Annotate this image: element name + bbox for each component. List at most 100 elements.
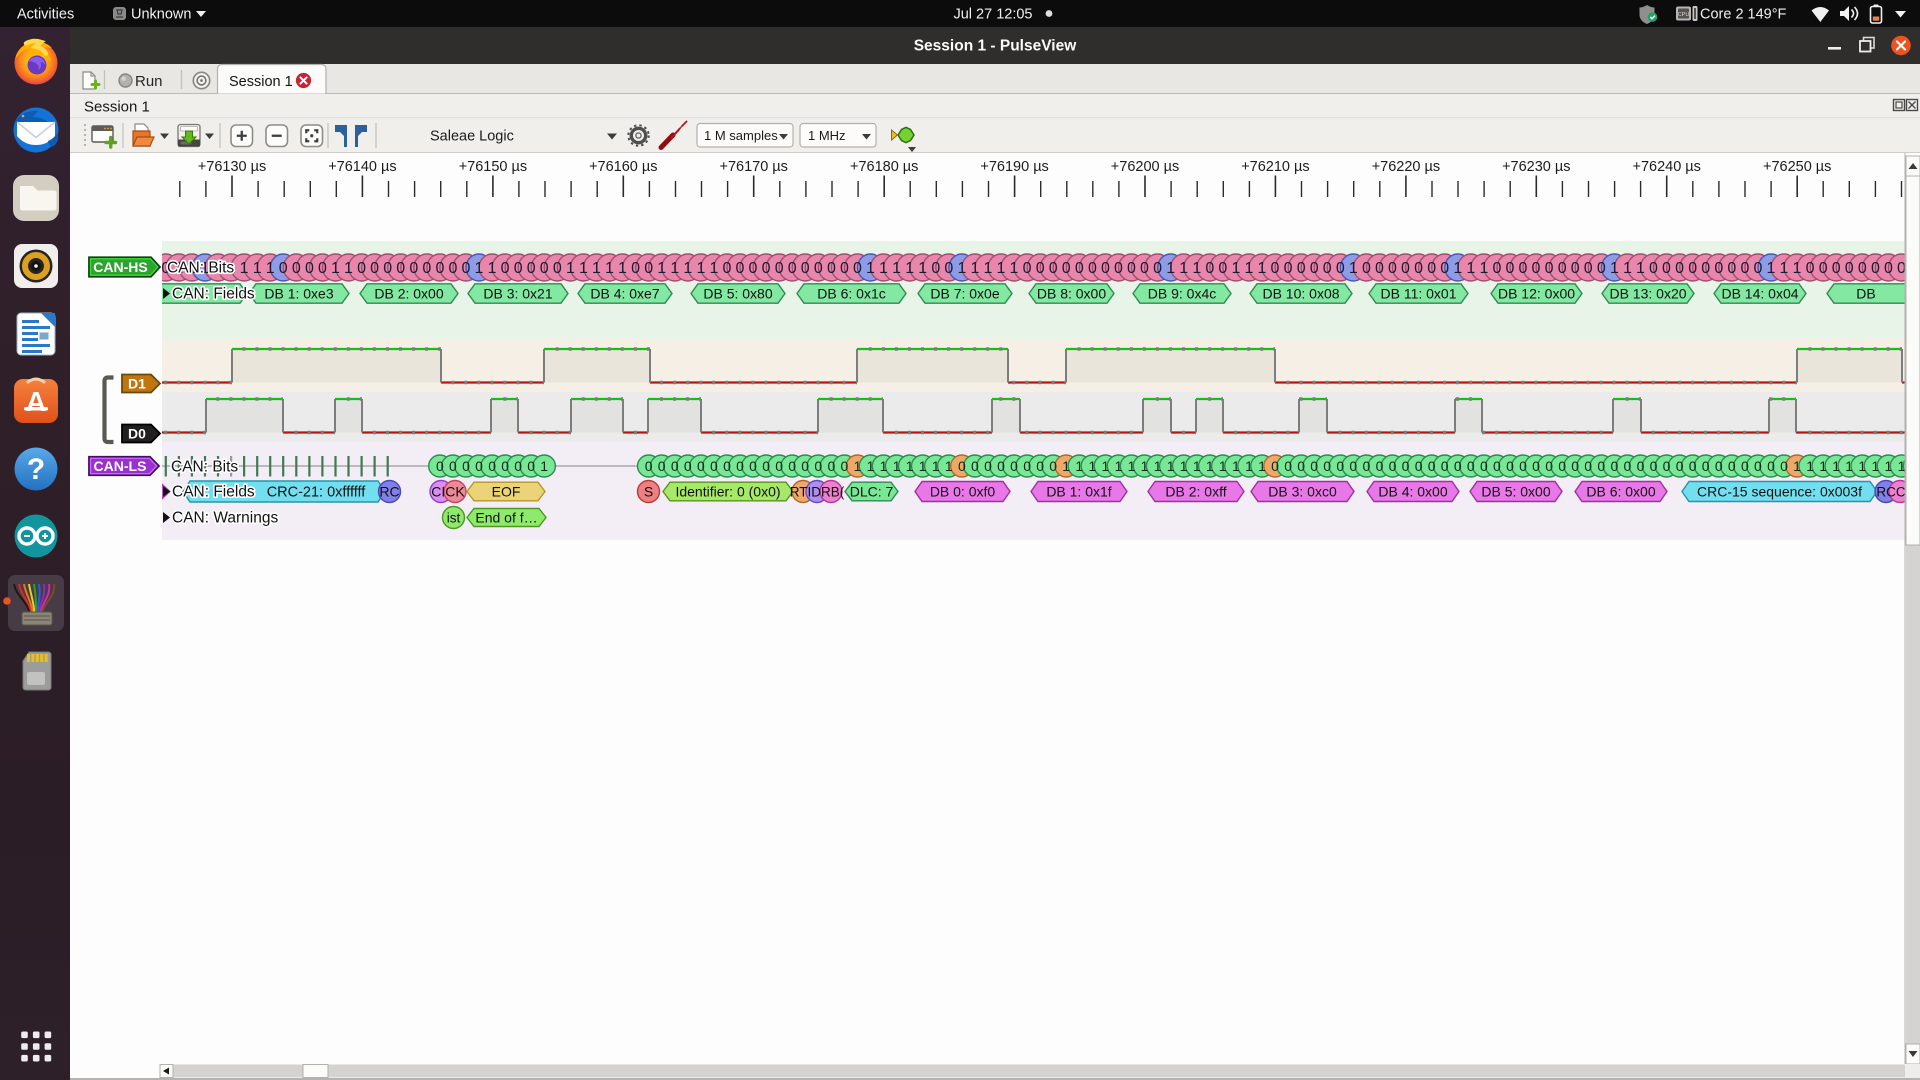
svg-text:1: 1 — [1845, 458, 1853, 474]
svg-text:+76230 µs: +76230 µs — [1502, 159, 1570, 175]
svg-text:0: 0 — [944, 260, 953, 277]
svg-text:1: 1 — [1141, 458, 1149, 474]
svg-text:0: 0 — [370, 260, 379, 277]
svg-text:DB 5: 0x00: DB 5: 0x00 — [1481, 484, 1550, 500]
svg-text:1: 1 — [1192, 260, 1201, 277]
svg-text:0: 0 — [1297, 260, 1306, 277]
svg-text:0: 0 — [1611, 458, 1619, 474]
svg-text:0: 0 — [1845, 260, 1854, 277]
svg-text:CPU: CPU — [1678, 12, 1690, 18]
svg-text:Unknown: Unknown — [131, 7, 191, 23]
svg-text:1: 1 — [984, 260, 993, 277]
svg-text:0: 0 — [1297, 458, 1305, 474]
svg-text:0: 0 — [1153, 260, 1162, 277]
svg-text:0: 0 — [1440, 260, 1449, 277]
svg-text:0: 0 — [1415, 458, 1423, 474]
svg-text:+76220 µs: +76220 µs — [1372, 159, 1440, 175]
svg-text:0: 0 — [1649, 260, 1658, 277]
svg-text:0: 0 — [1871, 260, 1880, 277]
svg-text:0: 0 — [422, 260, 431, 277]
svg-text:0: 0 — [971, 458, 979, 474]
svg-text:1: 1 — [1193, 458, 1201, 474]
svg-text:+76150 µs: +76150 µs — [459, 159, 527, 175]
svg-text:0: 0 — [958, 458, 966, 474]
svg-text:1: 1 — [945, 458, 953, 474]
svg-text:1: 1 — [566, 260, 575, 277]
svg-text:0: 0 — [409, 260, 418, 277]
svg-text:1: 1 — [1832, 458, 1840, 474]
svg-text:1: 1 — [1258, 260, 1267, 277]
svg-text:1: 1 — [657, 260, 666, 277]
svg-text:1: 1 — [906, 458, 914, 474]
svg-text:CAN: Fields: CAN: Fields — [172, 484, 255, 501]
svg-text:1: 1 — [918, 260, 927, 277]
svg-text:EOF: EOF — [492, 484, 521, 500]
svg-text:1: 1 — [683, 260, 692, 277]
svg-text:D0: D0 — [128, 426, 146, 442]
svg-text:0: 0 — [1650, 458, 1658, 474]
svg-text:0: 0 — [1023, 260, 1032, 277]
svg-text:0: 0 — [1519, 458, 1527, 474]
svg-text:0: 0 — [710, 458, 718, 474]
svg-text:0: 0 — [475, 458, 483, 474]
svg-text:0: 0 — [1441, 458, 1449, 474]
svg-text:0: 0 — [396, 260, 405, 277]
svg-text:DB 4: 0xe7: DB 4: 0xe7 — [590, 286, 659, 302]
svg-text:0: 0 — [1728, 458, 1736, 474]
svg-text:1: 1 — [540, 458, 548, 474]
svg-text:0: 0 — [1506, 458, 1514, 474]
svg-text:1: 1 — [1872, 458, 1880, 474]
svg-text:0: 0 — [1545, 260, 1554, 277]
svg-text:+76170 µs: +76170 µs — [719, 159, 787, 175]
svg-text:1: 1 — [1819, 458, 1827, 474]
svg-text:0: 0 — [1741, 458, 1749, 474]
svg-text:1: 1 — [1466, 260, 1475, 277]
svg-text:1: 1 — [970, 260, 979, 277]
svg-text:0: 0 — [1492, 260, 1501, 277]
svg-text:0: 0 — [814, 458, 822, 474]
svg-text:1: 1 — [488, 260, 497, 277]
svg-text:+76140 µs: +76140 µs — [328, 159, 396, 175]
svg-text:0: 0 — [488, 458, 496, 474]
svg-text:0: 0 — [984, 458, 992, 474]
svg-text:0: 0 — [1088, 260, 1097, 277]
svg-text:0: 0 — [501, 458, 509, 474]
svg-text:DB 6: 0x1c: DB 6: 0x1c — [817, 286, 885, 302]
svg-text:1 MHz: 1 MHz — [808, 128, 846, 143]
svg-text:CAN-HS: CAN-HS — [93, 259, 147, 275]
svg-text:1: 1 — [1167, 458, 1175, 474]
svg-text:0: 0 — [1662, 260, 1671, 277]
svg-text:0: 0 — [827, 260, 836, 277]
svg-text:0: 0 — [775, 260, 784, 277]
svg-text:DB 1: 0xe3: DB 1: 0xe3 — [264, 286, 333, 302]
svg-text:0: 0 — [645, 458, 653, 474]
svg-text:0: 0 — [814, 260, 823, 277]
svg-text:0: 0 — [1036, 260, 1045, 277]
svg-text:0: 0 — [1349, 458, 1357, 474]
svg-text:0: 0 — [1493, 458, 1501, 474]
svg-text:RTIDRB(: RTIDRB( — [790, 485, 845, 500]
svg-text:0: 0 — [292, 260, 301, 277]
svg-text:?: ? — [27, 453, 45, 486]
svg-text:1: 1 — [1898, 458, 1906, 474]
svg-text:1: 1 — [1479, 260, 1488, 277]
svg-text:0: 0 — [723, 260, 732, 277]
svg-text:1: 1 — [1154, 458, 1162, 474]
svg-text:+76250 µs: +76250 µs — [1763, 159, 1831, 175]
svg-text:0: 0 — [1714, 260, 1723, 277]
svg-text:Run: Run — [135, 73, 163, 90]
svg-text:0: 0 — [1780, 458, 1788, 474]
svg-text:1: 1 — [1258, 458, 1266, 474]
svg-text:0: 0 — [1049, 458, 1057, 474]
svg-text:CAN: Bits: CAN: Bits — [167, 260, 234, 277]
svg-text:0: 0 — [1402, 458, 1410, 474]
svg-text:0: 0 — [749, 260, 758, 277]
svg-text:1: 1 — [1232, 458, 1240, 474]
svg-text:0: 0 — [1401, 260, 1410, 277]
svg-text:0: 0 — [1715, 458, 1723, 474]
svg-text:1: 1 — [1231, 260, 1240, 277]
svg-text:1: 1 — [331, 260, 340, 277]
svg-text:1: 1 — [266, 260, 275, 277]
svg-text:0: 0 — [1753, 260, 1762, 277]
svg-text:0: 0 — [1519, 260, 1528, 277]
